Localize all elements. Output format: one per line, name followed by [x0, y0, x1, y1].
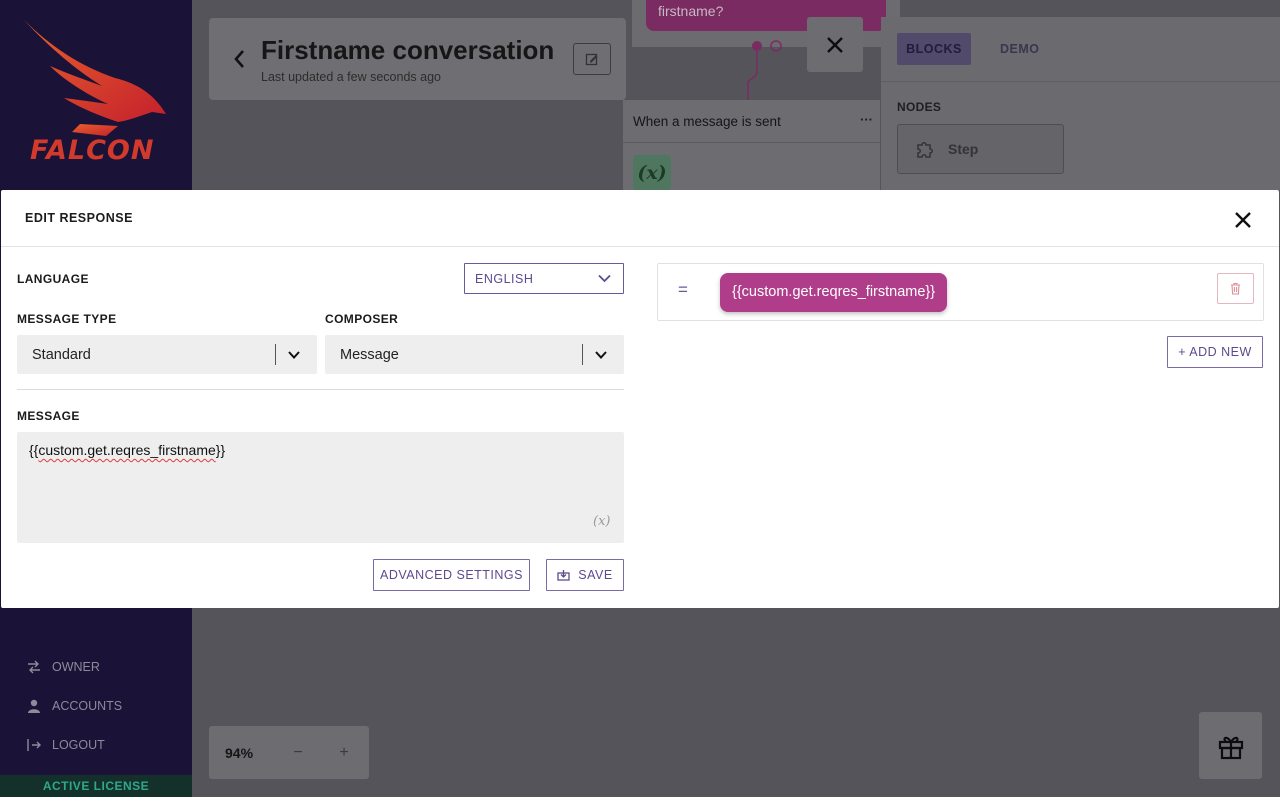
zoom-level: 94%: [225, 744, 254, 761]
modal-header: EDIT RESPONSE: [1, 190, 1279, 247]
sidebar-item-label: OWNER: [52, 660, 100, 674]
step-label: Step: [948, 141, 979, 157]
puzzle-icon: [917, 142, 933, 158]
zoom-out-button[interactable]: −: [275, 744, 321, 762]
delete-response-button[interactable]: [1217, 273, 1254, 304]
conversation-title: Firstname conversation: [261, 35, 555, 65]
edit-icon: [585, 53, 598, 66]
gift-button[interactable]: [1199, 712, 1262, 779]
message-type-label: MESSAGE TYPE: [17, 312, 117, 326]
message-label: MESSAGE: [17, 409, 80, 423]
zoom-in-button[interactable]: +: [321, 744, 367, 762]
nodes-heading: NODES: [897, 100, 942, 114]
composer-value: Message: [340, 346, 399, 363]
variable-icon: (x): [633, 155, 671, 191]
trigger-label: When a message is sent: [633, 114, 781, 129]
gift-icon: [1218, 736, 1243, 759]
message-suffix: }}: [215, 442, 226, 458]
save-label: SAVE: [578, 568, 613, 582]
sidebar-item-logout[interactable]: LOGOUT: [26, 737, 105, 753]
back-chevron-icon[interactable]: [232, 48, 246, 70]
language-select[interactable]: ENGLISH: [464, 263, 624, 294]
step-node[interactable]: Step: [897, 124, 1064, 174]
sidebar-item-label: ACCOUNTS: [52, 699, 123, 713]
composer-label: COMPOSER: [325, 312, 399, 326]
message-textarea[interactable]: {{custom.get.reqres_firstname}}: [17, 432, 624, 543]
tab-blocks[interactable]: BLOCKS: [897, 33, 971, 65]
drag-handle-icon[interactable]: =: [678, 280, 688, 300]
language-label: LANGUAGE: [17, 272, 89, 286]
zoom-control: 94% − +: [209, 726, 369, 779]
message-prefix: {{: [29, 442, 39, 458]
edit-title-button[interactable]: [573, 43, 611, 75]
add-new-button[interactable]: + ADD NEW: [1167, 336, 1263, 368]
save-button[interactable]: SAVE: [546, 559, 624, 591]
response-item: = {{custom.get.reqres_firstname}}: [657, 263, 1264, 321]
language-value: ENGLISH: [475, 271, 534, 286]
edit-response-modal: EDIT RESPONSE LANGUAGE ENGLISH MESSAGE T…: [1, 190, 1279, 608]
divider: [275, 344, 276, 365]
divider: [881, 81, 1280, 82]
swap-icon: [28, 660, 40, 674]
divider: [623, 142, 880, 143]
save-icon: [557, 570, 570, 581]
sidebar-item-accounts[interactable]: ACCOUNTS: [26, 698, 122, 714]
close-icon[interactable]: [1233, 210, 1253, 230]
logout-icon: [27, 739, 41, 751]
sidebar-item-label: LOGOUT: [52, 738, 105, 752]
modal-title: EDIT RESPONSE: [25, 211, 133, 225]
response-pill[interactable]: {{custom.get.reqres_firstname}}: [720, 273, 948, 312]
message-type-select[interactable]: Standard: [17, 335, 317, 374]
tab-demo[interactable]: DEMO: [1000, 42, 1040, 56]
close-canvas-button[interactable]: [807, 17, 863, 72]
trash-icon: [1231, 282, 1240, 295]
advanced-settings-button[interactable]: ADVANCED SETTINGS: [373, 559, 530, 591]
connector-line: [747, 40, 782, 102]
insert-variable-icon[interactable]: (x): [593, 514, 610, 529]
divider: [582, 344, 583, 365]
close-icon: [827, 36, 843, 53]
composer-select[interactable]: Message: [325, 335, 624, 374]
divider: [17, 389, 624, 390]
chevron-down-icon: [288, 351, 300, 359]
conversation-subtitle: Last updated a few seconds ago: [261, 70, 441, 84]
chevron-down-icon: [598, 274, 611, 283]
message-body: custom.get.reqres_firstname: [38, 442, 216, 458]
more-options-icon[interactable]: ···: [860, 112, 873, 127]
sidebar-item-owner[interactable]: OWNER: [26, 659, 100, 675]
brand-name: FALCON: [30, 135, 155, 166]
chevron-down-icon: [595, 351, 607, 359]
license-badge: ACTIVE LICENSE: [0, 775, 192, 797]
user-icon: [28, 699, 40, 713]
message-type-value: Standard: [32, 346, 91, 363]
